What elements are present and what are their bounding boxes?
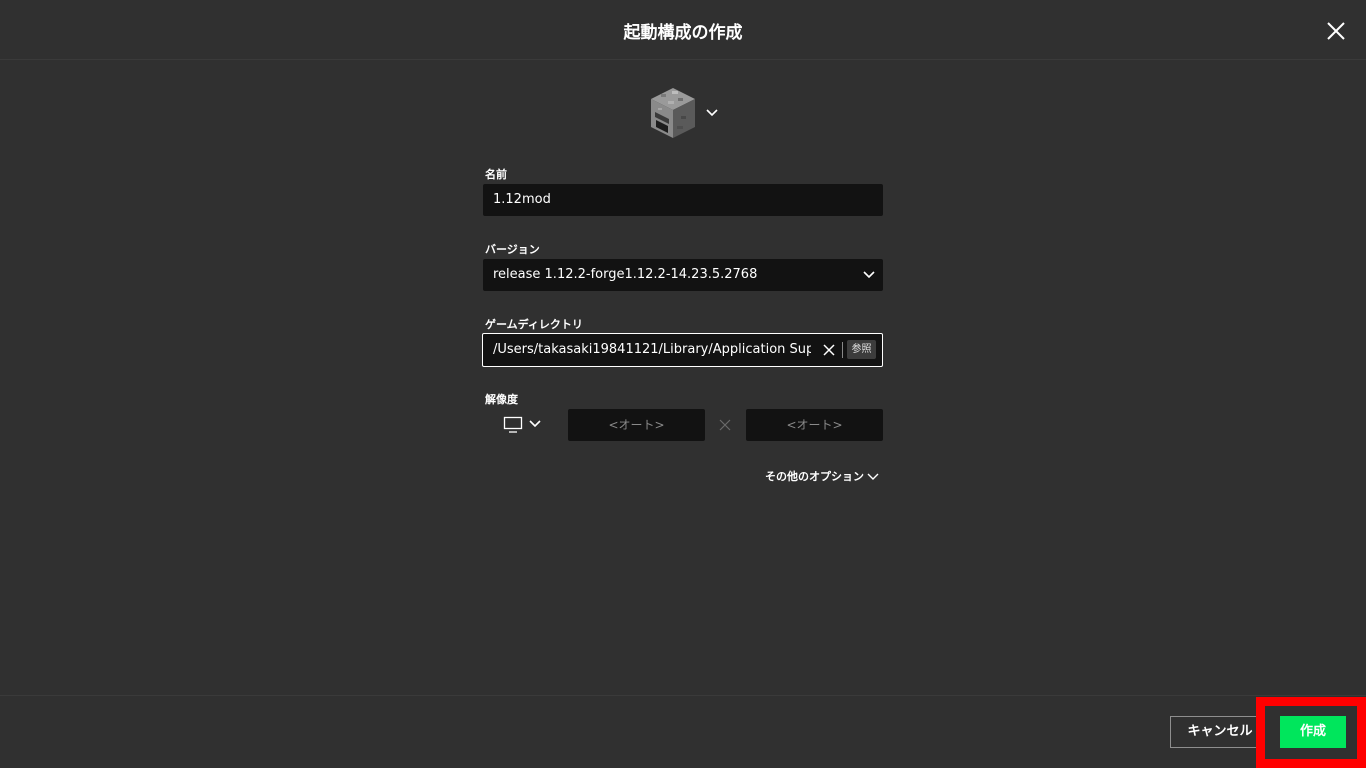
close-icon [1327,22,1345,40]
resolution-label: 解像度 [485,393,518,406]
version-value: release 1.12.2-forge1.12.2-14.23.5.2768 [493,267,758,282]
close-button[interactable] [1324,19,1348,43]
profile-icon-picker[interactable] [648,86,724,140]
chevron-down-icon [863,271,875,279]
version-select[interactable]: release 1.12.2-forge1.12.2-14.23.5.2768 [483,259,883,291]
more-options-toggle[interactable]: その他のオプション [765,468,880,484]
browse-button[interactable]: 参照 [847,340,876,359]
name-label: 名前 [485,168,507,181]
resolution-width-input[interactable]: <オート> [568,409,705,441]
chevron-down-icon [529,420,541,428]
multiply-icon [719,419,731,431]
resolution-height-input[interactable]: <オート> [746,409,883,441]
clear-directory-button[interactable] [821,342,837,358]
furnace-icon [651,88,695,138]
resolution-preset-dropdown[interactable] [503,416,543,436]
more-options-label: その他のオプション [765,470,864,483]
name-input[interactable]: 1.12mod [483,184,883,216]
version-label: バージョン [485,243,540,256]
monitor-icon [503,416,523,433]
dialog-footer [0,695,1366,768]
name-value: 1.12mod [493,192,551,207]
divider [842,342,843,358]
chevron-down-icon [706,109,718,117]
dialog-header: 起動構成の作成 [0,0,1366,60]
game-directory-input[interactable]: /Users/takasaki19841121/Library/Applicat… [482,333,883,367]
dialog-title: 起動構成の作成 [623,23,743,43]
close-icon [823,344,835,356]
game-directory-value: /Users/takasaki19841121/Library/Applicat… [493,342,811,357]
cancel-button[interactable]: キャンセル [1170,716,1270,748]
game-directory-label: ゲームディレクトリ [485,318,583,331]
create-button[interactable]: 作成 [1280,716,1346,748]
chevron-down-icon [867,473,879,480]
